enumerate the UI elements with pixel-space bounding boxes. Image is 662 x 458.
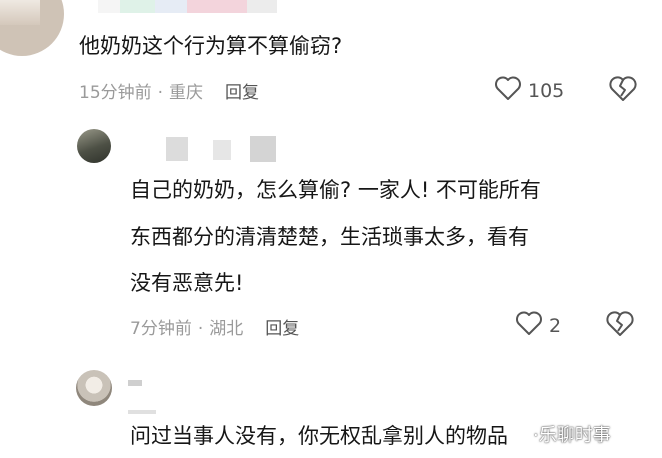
top-strip-mint [120,0,155,13]
like-button[interactable]: 2 [515,310,561,341]
reply-text-line: 东西都分的清清楚楚，生活琐事太多，看有 [130,225,529,249]
top-strip-pink [187,0,247,13]
avatar[interactable] [77,129,111,163]
comment-meta: 15分钟前 · 重庆 回复 [79,78,259,103]
heart-outline-icon [494,75,522,106]
username-redacted [128,410,156,414]
like-count: 2 [549,314,562,337]
username-redacted [250,136,276,162]
broken-heart-icon[interactable] [608,75,638,106]
meta-separator: · [157,83,164,103]
reply-meta: 7分钟前 · 湖北 回复 [130,314,299,339]
watermark: ·乐聊时事 [533,425,611,446]
reply-button[interactable]: 回复 [265,319,299,339]
comment-text: 他奶奶这个行为算不算偷窃? [79,34,343,58]
comment-time: 15分钟前 [79,83,152,103]
reply-time: 7分钟前 [130,319,192,339]
reply-text-line: 没有恶意先! [130,271,244,295]
top-strip-blue [155,0,187,13]
reply-text-line: 问过当事人没有，你无权乱拿别人的物品 [130,424,508,448]
avatar[interactable] [0,0,64,56]
like-count: 105 [528,79,565,102]
broken-heart-icon[interactable] [605,310,635,341]
avatar[interactable] [76,370,112,406]
top-strip-white [98,0,120,13]
meta-separator: · [197,319,204,339]
comment-location: 重庆 [169,83,204,103]
like-button[interactable]: 105 [494,75,564,106]
reply-button[interactable]: 回复 [225,83,259,103]
reply-location: 湖北 [209,319,244,339]
reply-text-line: 自己的奶奶，怎么算偷? 一家人! 不可能所有 [130,178,541,202]
username-redacted [213,140,231,160]
top-strip-gray [247,0,277,13]
username-redacted [166,137,188,161]
heart-outline-icon [515,310,543,341]
username-redacted [128,380,142,386]
